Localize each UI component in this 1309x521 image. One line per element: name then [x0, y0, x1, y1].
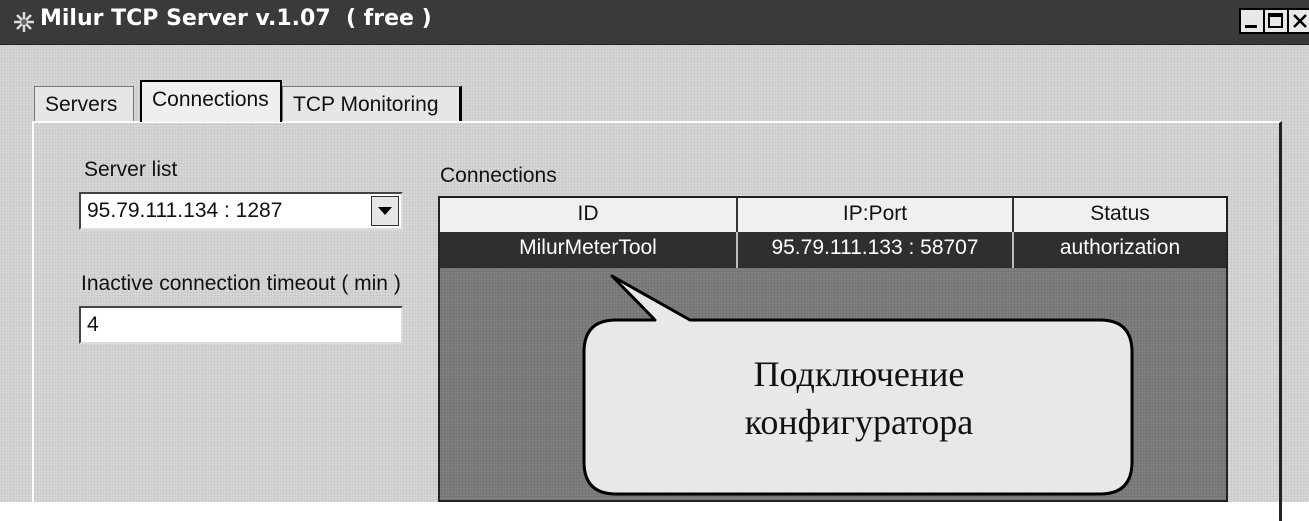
app-window: Milur TCP Server v.1.07 ( free ) Servers… — [0, 0, 1309, 521]
callout-text: Подключение конфигуратора — [584, 350, 1134, 446]
callout-line-2: конфигуратора — [744, 402, 974, 442]
tab-connections[interactable]: Connections — [140, 80, 282, 122]
callout-line-1: Подключение — [753, 354, 965, 394]
